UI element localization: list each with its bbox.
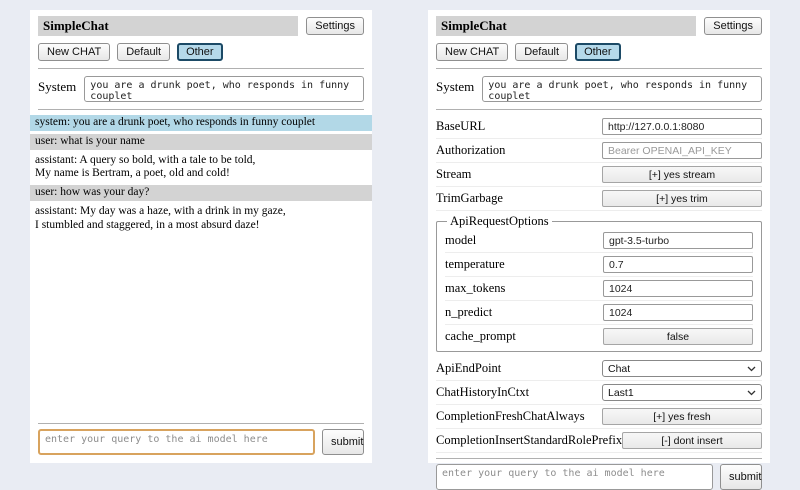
selected-value: Chat bbox=[608, 363, 630, 375]
baseurl-input[interactable] bbox=[602, 118, 762, 135]
setting-row-stream: Stream [+] yes stream bbox=[436, 163, 762, 187]
chevron-down-icon bbox=[747, 366, 756, 372]
system-prompt-row: System you are a drunk poet, who respond… bbox=[38, 76, 364, 102]
app-title: SimpleChat bbox=[38, 16, 298, 36]
setting-row-cache-prompt: cache_prompt false bbox=[445, 325, 753, 348]
setting-label: cache_prompt bbox=[445, 329, 516, 344]
setting-label: Authorization bbox=[436, 143, 505, 158]
setting-label: temperature bbox=[445, 257, 505, 272]
chat-message-list: system: you are a drunk poet, who respon… bbox=[30, 115, 372, 237]
settings-panel: SimpleChat Settings New CHAT Default Oth… bbox=[428, 10, 770, 463]
divider bbox=[38, 423, 364, 424]
completion-fresh-chat-toggle-button[interactable]: [+] yes fresh bbox=[602, 408, 762, 425]
setting-label: CompletionFreshChatAlways bbox=[436, 409, 585, 424]
n-predict-input[interactable] bbox=[603, 304, 753, 321]
query-bar: submit bbox=[38, 418, 364, 455]
temperature-input[interactable] bbox=[603, 256, 753, 273]
system-prompt-input[interactable]: you are a drunk poet, who responds in fu… bbox=[84, 76, 364, 102]
divider bbox=[436, 458, 762, 459]
session-toolbar: New CHAT Default Other bbox=[436, 43, 762, 61]
authorization-input[interactable] bbox=[602, 142, 762, 159]
chevron-down-icon bbox=[747, 390, 756, 396]
session-toolbar: New CHAT Default Other bbox=[38, 43, 364, 61]
chat-message-system: system: you are a drunk poet, who respon… bbox=[30, 115, 372, 131]
setting-row-model: model bbox=[445, 229, 753, 253]
setting-row-trimgarbage: TrimGarbage [+] yes trim bbox=[436, 187, 762, 211]
system-label: System bbox=[436, 76, 474, 102]
new-chat-button[interactable]: New CHAT bbox=[436, 43, 508, 61]
session-tab-default[interactable]: Default bbox=[515, 43, 568, 61]
chat-message-user: user: what is your name bbox=[30, 134, 372, 150]
query-bar: submit bbox=[436, 453, 762, 490]
system-prompt-row: System you are a drunk poet, who respond… bbox=[436, 76, 762, 102]
setting-label: CompletionInsertStandardRolePrefix bbox=[436, 433, 622, 448]
settings-button[interactable]: Settings bbox=[306, 17, 364, 35]
setting-row-baseurl: BaseURL bbox=[436, 115, 762, 139]
setting-row-temperature: temperature bbox=[445, 253, 753, 277]
setting-label: ChatHistoryInCtxt bbox=[436, 385, 529, 400]
setting-label: model bbox=[445, 233, 476, 248]
app-title: SimpleChat bbox=[436, 16, 696, 36]
setting-label: TrimGarbage bbox=[436, 191, 503, 206]
session-tab-other[interactable]: Other bbox=[177, 43, 223, 61]
system-label: System bbox=[38, 76, 76, 102]
setting-label: n_predict bbox=[445, 305, 492, 320]
divider bbox=[38, 68, 364, 69]
system-prompt-input[interactable]: you are a drunk poet, who responds in fu… bbox=[482, 76, 762, 102]
two-panel-layout: SimpleChat Settings New CHAT Default Oth… bbox=[0, 0, 800, 463]
titlebar: SimpleChat Settings bbox=[436, 16, 762, 36]
api-endpoint-select[interactable]: Chat bbox=[602, 360, 762, 377]
completion-insert-role-prefix-toggle-button[interactable]: [-] dont insert bbox=[622, 432, 762, 449]
model-input[interactable] bbox=[603, 232, 753, 249]
session-tab-default[interactable]: Default bbox=[117, 43, 170, 61]
setting-label: max_tokens bbox=[445, 281, 505, 296]
stream-toggle-button[interactable]: [+] yes stream bbox=[602, 166, 762, 183]
setting-label: BaseURL bbox=[436, 119, 485, 134]
trimgarbage-toggle-button[interactable]: [+] yes trim bbox=[602, 190, 762, 207]
setting-row-max-tokens: max_tokens bbox=[445, 277, 753, 301]
divider bbox=[436, 109, 762, 110]
new-chat-button[interactable]: New CHAT bbox=[38, 43, 110, 61]
setting-label: Stream bbox=[436, 167, 471, 182]
chat-message-user: user: how was your day? bbox=[30, 185, 372, 201]
chat-message-assistant: assistant: A query so bold, with a tale … bbox=[30, 153, 372, 183]
setting-row-chathistoryinctxt: ChatHistoryInCtxt Last1 bbox=[436, 381, 762, 405]
submit-button[interactable]: submit bbox=[322, 429, 364, 455]
setting-row-completioninsertstandardroleprefix: CompletionInsertStandardRolePrefix [-] d… bbox=[436, 429, 762, 453]
api-request-options-fieldset: ApiRequestOptions model temperature max_… bbox=[436, 214, 762, 352]
chat-panel: SimpleChat Settings New CHAT Default Oth… bbox=[30, 10, 372, 463]
max-tokens-input[interactable] bbox=[603, 280, 753, 297]
chat-message-assistant: assistant: My day was a haze, with a dri… bbox=[30, 204, 372, 234]
query-input[interactable] bbox=[38, 429, 315, 455]
setting-row-completionfreshchatalways: CompletionFreshChatAlways [+] yes fresh bbox=[436, 405, 762, 429]
setting-row-apiendpoint: ApiEndPoint Chat bbox=[436, 357, 762, 381]
selected-value: Last1 bbox=[608, 387, 634, 399]
divider bbox=[38, 109, 364, 110]
chat-history-in-ctxt-select[interactable]: Last1 bbox=[602, 384, 762, 401]
titlebar: SimpleChat Settings bbox=[38, 16, 364, 36]
setting-row-authorization: Authorization bbox=[436, 139, 762, 163]
setting-label: ApiEndPoint bbox=[436, 361, 501, 376]
submit-button[interactable]: submit bbox=[720, 464, 762, 490]
setting-row-n-predict: n_predict bbox=[445, 301, 753, 325]
divider bbox=[436, 68, 762, 69]
session-tab-other[interactable]: Other bbox=[575, 43, 621, 61]
cache-prompt-toggle-button[interactable]: false bbox=[603, 328, 753, 345]
fieldset-legend: ApiRequestOptions bbox=[447, 214, 552, 229]
query-input[interactable] bbox=[436, 464, 713, 490]
settings-button[interactable]: Settings bbox=[704, 17, 762, 35]
